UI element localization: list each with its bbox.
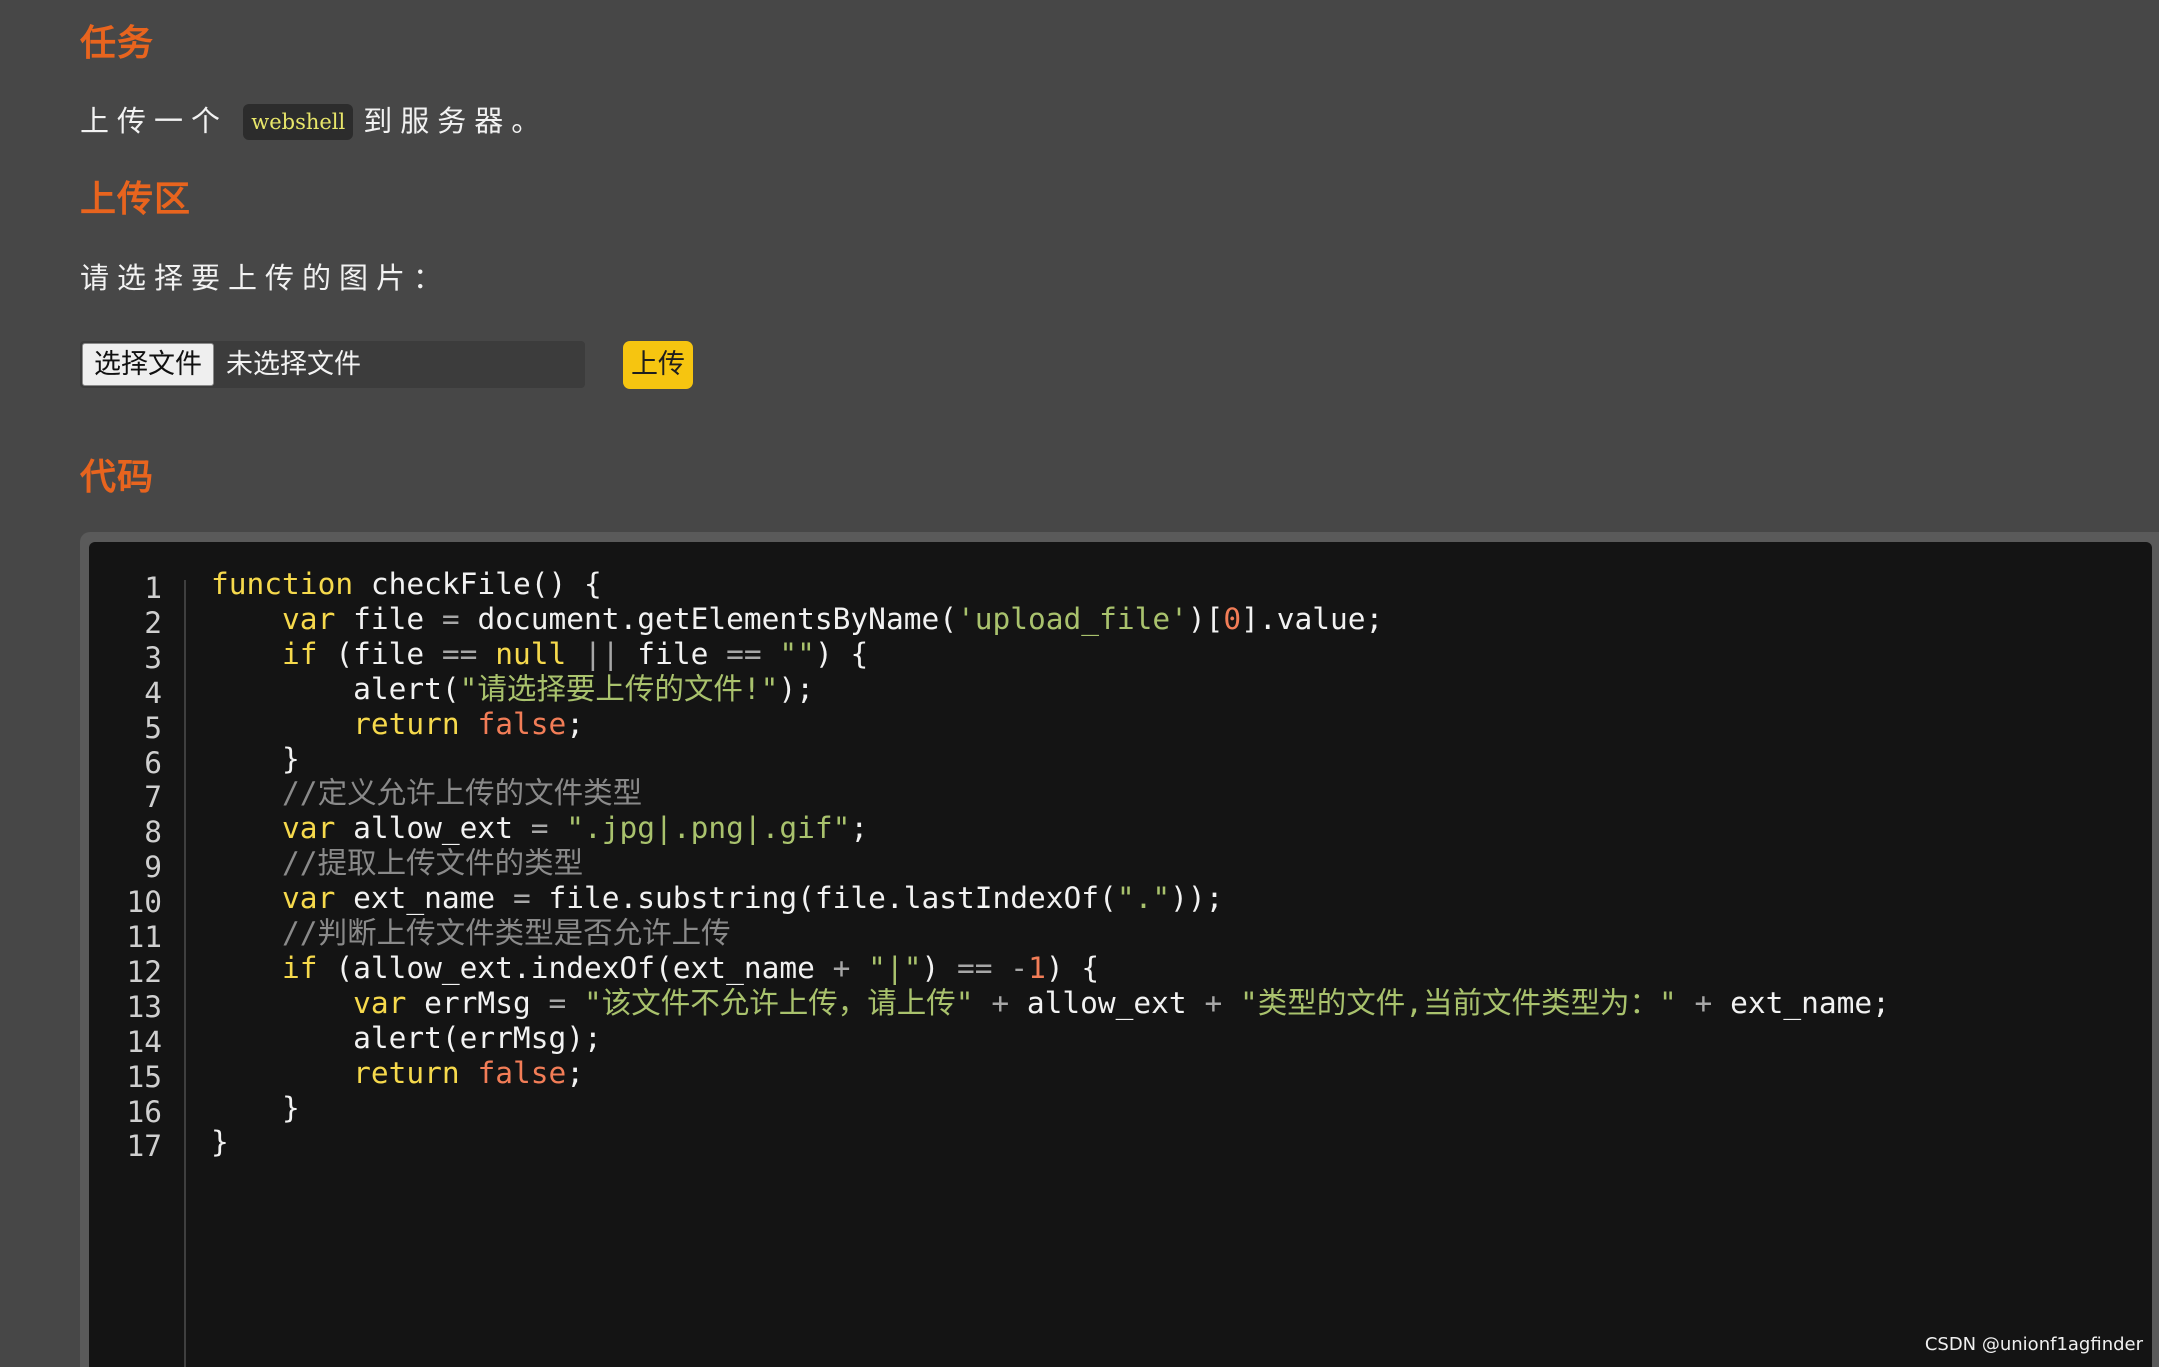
code-line: 17} [89, 1118, 2152, 1166]
task-text-before: 上传一个 [80, 104, 229, 138]
task-text-after: 到服务器。 [363, 104, 549, 138]
choose-file-button[interactable]: 选择文件 [82, 343, 214, 386]
task-heading: 任务 [80, 23, 155, 64]
file-input-status: 未选择文件 [226, 349, 361, 380]
line-number: 17 [126, 1129, 162, 1164]
code-block: 1 function checkFile() {2 var file = docu… [89, 542, 2152, 1367]
upload-prompt: 请选择要上传的图片： [80, 261, 451, 295]
watermark: CSDN @unionf1agfinder [1924, 1334, 2143, 1355]
code-text: } [211, 1125, 229, 1160]
upload-button[interactable]: 上传 [623, 341, 693, 389]
upload-heading: 上传区 [80, 179, 192, 220]
task-description: 上传一个 webshell 到服务器。 [80, 98, 548, 140]
webshell-tag: webshell [243, 104, 354, 140]
code-heading: 代码 [80, 457, 155, 498]
file-input[interactable]: 选择文件 未选择文件 [80, 341, 585, 388]
